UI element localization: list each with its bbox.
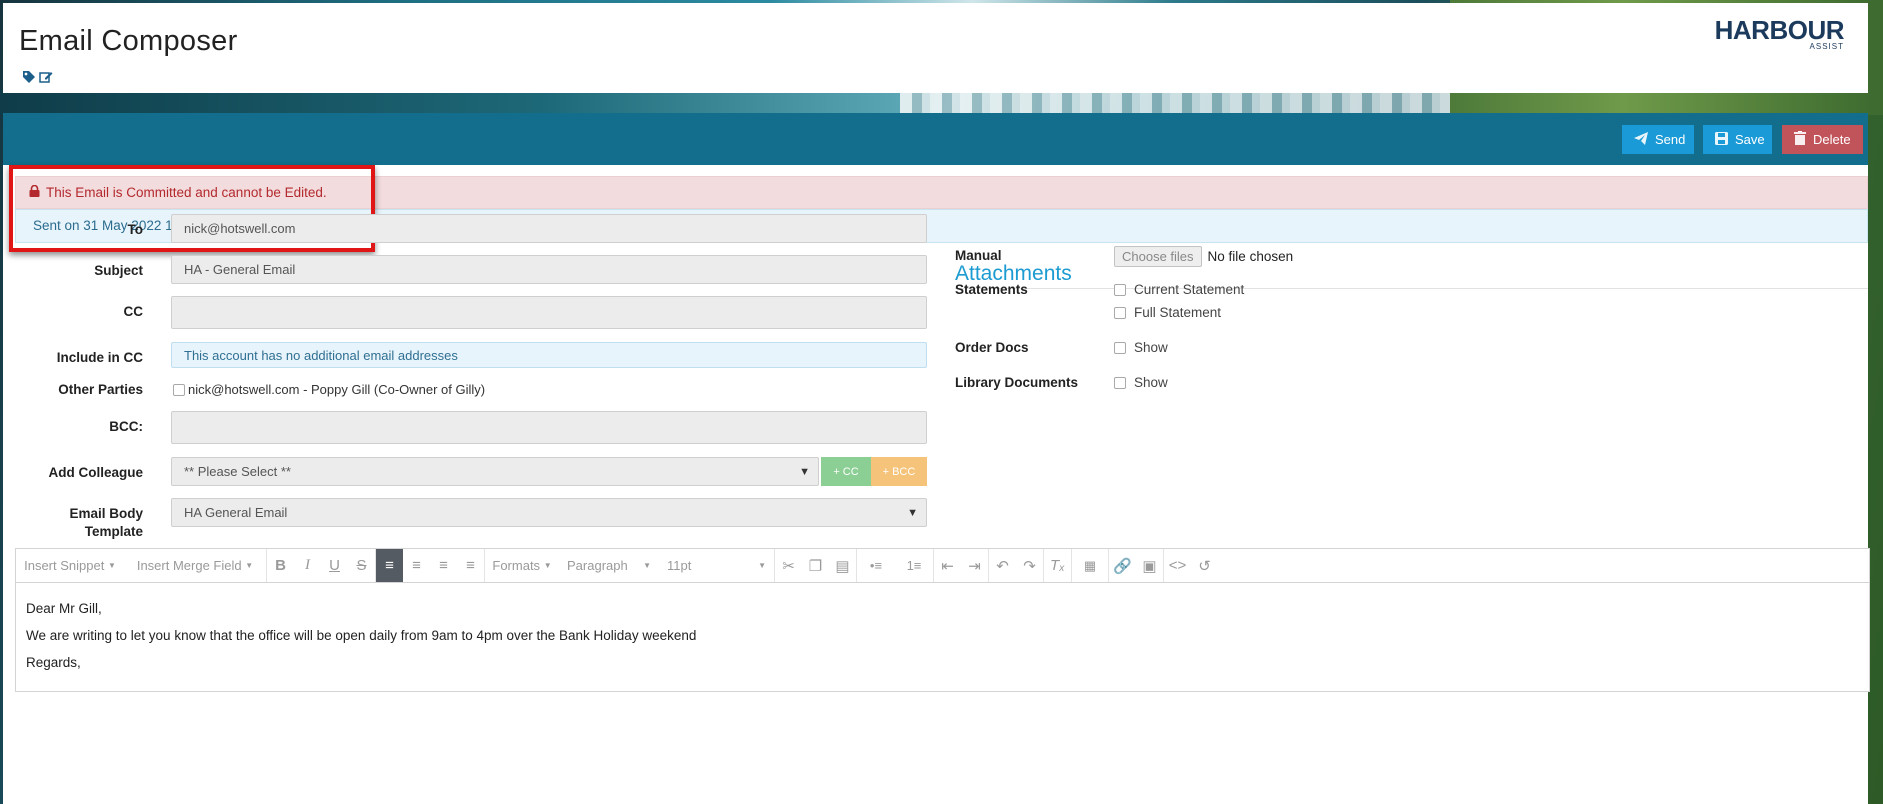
code-icon[interactable]: <> bbox=[1164, 549, 1191, 582]
plus-icon: + bbox=[833, 465, 840, 478]
order-docs-label: Order Docs bbox=[955, 340, 1029, 355]
body-line: We are writing to let you know that the … bbox=[26, 628, 697, 643]
order-docs-checkbox[interactable] bbox=[1114, 341, 1126, 354]
insert-snippet-menu[interactable]: Insert Snippet ▼ bbox=[16, 549, 124, 582]
library-docs-option[interactable]: Show bbox=[1114, 375, 1168, 390]
bcc-label: BCC: bbox=[109, 419, 143, 434]
copy-icon[interactable]: ❐ bbox=[802, 549, 829, 582]
statements-label: Statements bbox=[955, 282, 1028, 297]
image-icon[interactable]: ▣ bbox=[1136, 549, 1163, 582]
subject-field[interactable]: HA - General Email bbox=[171, 255, 927, 284]
title-icons bbox=[22, 70, 53, 84]
order-docs-option[interactable]: Show bbox=[1114, 340, 1168, 355]
align-right-icon[interactable]: ≡ bbox=[430, 549, 457, 582]
caret-down-icon: ▼ bbox=[107, 561, 116, 570]
page-title: Email Composer bbox=[19, 25, 238, 57]
other-parties-label: Other Parties bbox=[58, 382, 143, 397]
chevron-down-icon: ▼ bbox=[907, 506, 918, 519]
align-left-icon[interactable]: ≡ bbox=[376, 549, 403, 582]
attachments-divider bbox=[955, 288, 1868, 289]
table-icon[interactable]: ▦ bbox=[1072, 549, 1108, 582]
other-party-item: nick@hotswell.com - Poppy Gill (Co-Owner… bbox=[173, 382, 485, 397]
to-label: To bbox=[127, 222, 144, 237]
include-cc-info: This account has no additional email add… bbox=[171, 342, 927, 368]
library-docs-label: Library Documents bbox=[955, 375, 1079, 390]
caret-down-icon: ▼ bbox=[643, 561, 651, 570]
delete-button[interactable]: Delete bbox=[1782, 125, 1863, 154]
subject-label: Subject bbox=[94, 263, 143, 278]
save-button[interactable]: Save bbox=[1703, 125, 1772, 154]
body-line: Dear Mr Gill, bbox=[26, 601, 102, 616]
paper-plane-icon bbox=[1634, 131, 1648, 148]
underline-icon[interactable]: U bbox=[321, 549, 348, 582]
harbour-assist-logo: HARBOUR ASSIST bbox=[1714, 15, 1845, 51]
clear-format-icon[interactable]: Tₓ bbox=[1044, 549, 1071, 582]
include-cc-label: Include in CC bbox=[56, 350, 143, 365]
bold-icon[interactable]: B bbox=[267, 549, 294, 582]
caret-down-icon: ▼ bbox=[758, 561, 766, 570]
indent-icon[interactable]: ⇥ bbox=[961, 549, 988, 582]
no-file-text: No file chosen bbox=[1207, 249, 1294, 264]
edit-icon[interactable] bbox=[39, 70, 53, 84]
align-justify-icon[interactable]: ≡ bbox=[457, 549, 484, 582]
undo-icon[interactable]: ↶ bbox=[989, 549, 1016, 582]
formats-menu[interactable]: Formats ▼ bbox=[485, 549, 559, 582]
tag-icon[interactable] bbox=[22, 70, 36, 84]
email-panel: Send Save Delete This Email is Committed… bbox=[3, 113, 1870, 804]
colleague-select[interactable]: ** Please Select ** ▼ bbox=[171, 457, 819, 486]
full-statement-option[interactable]: Full Statement bbox=[1114, 305, 1221, 320]
template-select[interactable]: HA General Email ▼ bbox=[171, 498, 927, 527]
current-statement-option[interactable]: Current Statement bbox=[1114, 282, 1244, 297]
choose-files-button[interactable]: Choose files bbox=[1114, 246, 1202, 267]
current-statement-checkbox[interactable] bbox=[1114, 283, 1126, 296]
floppy-disk-icon bbox=[1715, 131, 1728, 148]
template-label: Email Body Template bbox=[69, 506, 143, 539]
editor-toolbar: Insert Snippet ▼ Insert Merge Field ▼ B … bbox=[15, 548, 1870, 583]
email-body-editor[interactable]: Dear Mr Gill, We are writing to let you … bbox=[15, 583, 1870, 692]
link-icon[interactable]: 🔗 bbox=[1109, 549, 1136, 582]
paragraph-select[interactable]: Paragraph ▼ bbox=[559, 549, 659, 582]
redo-icon[interactable]: ↷ bbox=[1016, 549, 1043, 582]
bcc-field[interactable] bbox=[171, 411, 927, 444]
cc-field[interactable] bbox=[171, 296, 927, 329]
send-button[interactable]: Send bbox=[1622, 125, 1694, 154]
insert-merge-field-menu[interactable]: Insert Merge Field ▼ bbox=[124, 549, 266, 582]
to-field[interactable]: nick@hotswell.com bbox=[171, 214, 927, 243]
paste-icon[interactable]: ▤ bbox=[829, 549, 856, 582]
caret-down-icon: ▼ bbox=[543, 561, 552, 570]
add-cc-button[interactable]: + CC bbox=[821, 457, 871, 486]
numbered-list-icon[interactable]: 1≡ bbox=[895, 549, 933, 582]
outdent-icon[interactable]: ⇤ bbox=[934, 549, 961, 582]
align-center-icon[interactable]: ≡ bbox=[403, 549, 430, 582]
trash-icon bbox=[1794, 131, 1806, 148]
page-header: Email Composer HARBOUR ASSIST bbox=[3, 3, 1868, 93]
chevron-down-icon: ▼ bbox=[799, 465, 810, 478]
cut-icon[interactable]: ✂ bbox=[775, 549, 802, 582]
history-icon[interactable]: ↺ bbox=[1191, 549, 1218, 582]
body-line: Regards, bbox=[26, 655, 81, 670]
action-toolbar: Send Save Delete bbox=[3, 113, 1868, 165]
font-size-select[interactable]: 11pt ▼ bbox=[659, 549, 774, 582]
full-statement-checkbox[interactable] bbox=[1114, 306, 1126, 319]
caret-down-icon: ▼ bbox=[245, 561, 254, 570]
other-party-checkbox[interactable] bbox=[173, 383, 185, 396]
add-colleague-label: Add Colleague bbox=[48, 465, 143, 480]
strikethrough-icon[interactable]: S bbox=[348, 549, 375, 582]
cc-label: CC bbox=[123, 304, 144, 319]
file-chooser[interactable]: Choose files No file chosen bbox=[1114, 246, 1293, 267]
bullet-list-icon[interactable]: •≡ bbox=[857, 549, 895, 582]
plus-icon: + bbox=[882, 465, 890, 478]
italic-icon[interactable]: I bbox=[294, 549, 321, 582]
library-docs-checkbox[interactable] bbox=[1114, 376, 1126, 389]
add-bcc-button[interactable]: + BCC bbox=[871, 457, 927, 486]
manual-label: Manual bbox=[955, 248, 1002, 263]
